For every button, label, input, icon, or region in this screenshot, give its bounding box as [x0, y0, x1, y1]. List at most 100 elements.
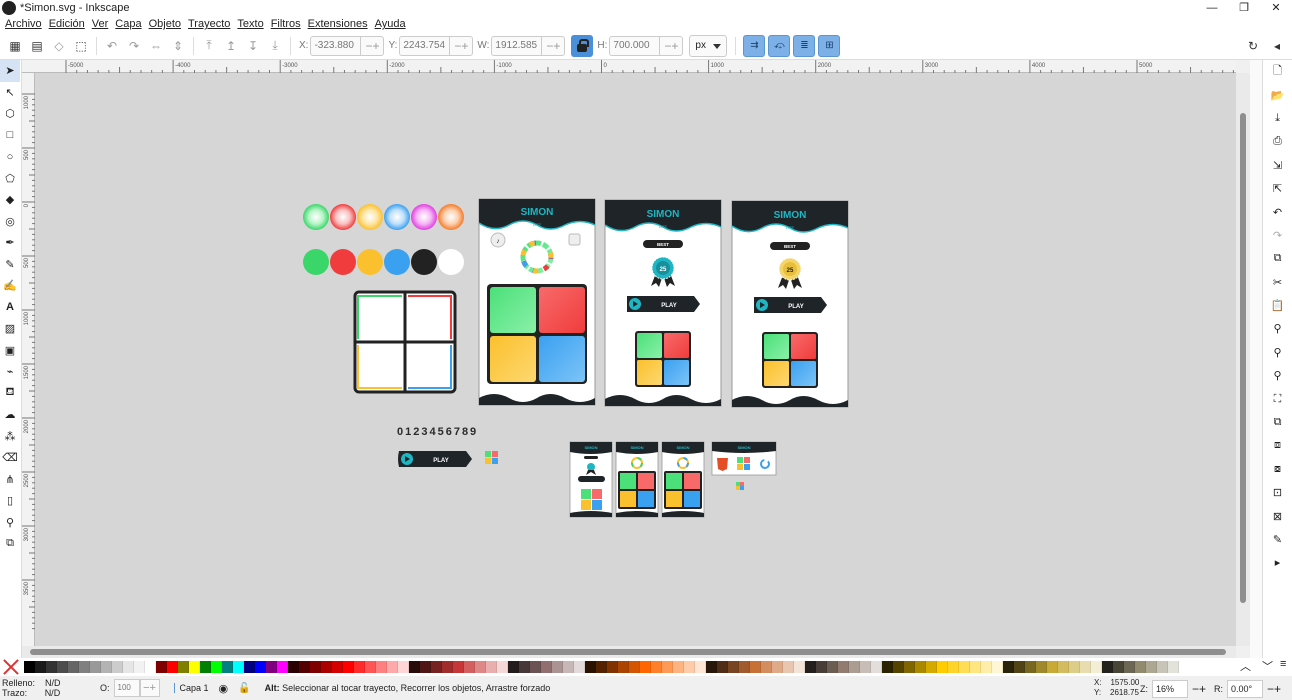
menu-capa[interactable]: Capa: [115, 18, 141, 30]
color-swatch[interactable]: [1080, 661, 1091, 673]
color-swatch[interactable]: [717, 661, 728, 673]
color-swatch[interactable]: [816, 661, 827, 673]
menu-objeto[interactable]: Objeto: [149, 18, 181, 30]
rotation-stepper[interactable]: −+: [1267, 682, 1281, 696]
color-swatch[interactable]: [1058, 661, 1069, 673]
spray-tool-icon[interactable]: ⁂: [0, 426, 20, 448]
vertical-scrollbar[interactable]: [1236, 73, 1250, 646]
color-swatch[interactable]: [1146, 661, 1157, 673]
color-swatch[interactable]: [673, 661, 684, 673]
color-swatch[interactable]: [233, 661, 244, 673]
color-swatch[interactable]: [134, 661, 145, 673]
color-swatch[interactable]: [849, 661, 860, 673]
mockup-home-screen[interactable]: SIMON LITE ♪: [478, 198, 596, 406]
dock-handle[interactable]: [1250, 60, 1262, 660]
color-swatch[interactable]: [596, 661, 607, 673]
color-swatch[interactable]: [420, 661, 431, 673]
undo-icon[interactable]: ↶: [1263, 200, 1292, 223]
color-swatch[interactable]: [519, 661, 530, 673]
color-swatch[interactable]: [805, 661, 816, 673]
open-icon[interactable]: 📂: [1263, 83, 1292, 106]
color-swatch[interactable]: [860, 661, 871, 673]
measure-tool-icon[interactable]: ▯: [0, 490, 20, 512]
color-swatch[interactable]: [24, 661, 35, 673]
color-swatch[interactable]: [244, 661, 255, 673]
color-swatch[interactable]: [1091, 661, 1102, 673]
color-swatch[interactable]: [541, 661, 552, 673]
palette-down-icon[interactable]: ﹀: [1262, 658, 1273, 674]
menu-trayecto[interactable]: Trayecto: [188, 18, 230, 30]
color-swatch[interactable]: [783, 661, 794, 673]
rotate-cw-icon[interactable]: ↷: [123, 35, 145, 57]
more-commands-icon[interactable]: ▸: [1263, 551, 1292, 574]
color-swatch[interactable]: [266, 661, 277, 673]
h-field[interactable]: 700.000: [609, 35, 660, 56]
unlock-icon[interactable]: 🔓: [238, 683, 250, 694]
raise-to-top-icon[interactable]: ⤒: [198, 35, 220, 57]
color-swatch[interactable]: [354, 661, 365, 673]
small-mockups[interactable]: SIMON SIMON SIMON SIMON: [569, 441, 777, 518]
close-button[interactable]: ✕: [1260, 0, 1292, 16]
color-swatch[interactable]: [948, 661, 959, 673]
menu-filtros[interactable]: Filtros: [271, 18, 301, 30]
color-swatch[interactable]: [1168, 661, 1179, 673]
color-swatch[interactable]: [574, 661, 585, 673]
new-document-icon[interactable]: 🗋: [1263, 60, 1292, 83]
menu-archivo[interactable]: Archivo: [5, 18, 42, 30]
color-swatch[interactable]: [970, 661, 981, 673]
color-swatch[interactable]: [288, 661, 299, 673]
unlink-clone-icon[interactable]: ⧇: [1263, 458, 1292, 481]
x-field[interactable]: -323.880: [310, 35, 361, 56]
color-swatch[interactable]: [794, 661, 805, 673]
menu-ver[interactable]: Ver: [92, 18, 109, 30]
ellipse-tool-icon[interactable]: ○: [0, 146, 20, 168]
rectangle-tool-icon[interactable]: □: [0, 125, 20, 147]
color-swatch[interactable]: [387, 661, 398, 673]
save-icon[interactable]: ⤓: [1263, 107, 1292, 130]
color-swatch[interactable]: [882, 661, 893, 673]
zoom-tool-icon[interactable]: ⚲: [0, 512, 20, 534]
zoom-field[interactable]: 16%: [1152, 680, 1188, 698]
color-swatch[interactable]: [552, 661, 563, 673]
mockup-best-screen-2[interactable]: SIMON LITE BEST 25 PLAY: [731, 200, 849, 408]
color-swatch[interactable]: [310, 661, 321, 673]
color-swatch[interactable]: [1025, 661, 1036, 673]
color-swatch[interactable]: [90, 661, 101, 673]
canvas[interactable]: SIMON LITE ♪ SIMON LITE BEST 25 PLAY SIM…: [35, 73, 1236, 646]
color-swatch[interactable]: [827, 661, 838, 673]
color-swatch[interactable]: [651, 661, 662, 673]
outline-board[interactable]: [353, 290, 457, 394]
color-swatch[interactable]: [156, 661, 167, 673]
color-swatch[interactable]: [772, 661, 783, 673]
color-swatch[interactable]: [585, 661, 596, 673]
color-swatch[interactable]: [893, 661, 904, 673]
color-swatch[interactable]: [222, 661, 233, 673]
color-swatch[interactable]: [101, 661, 112, 673]
mockup-best-screen-1[interactable]: SIMON LITE BEST 25 PLAY: [604, 199, 722, 407]
color-swatch[interactable]: [35, 661, 46, 673]
zoom-selection-icon[interactable]: ⚲: [1263, 317, 1292, 340]
color-swatch[interactable]: [409, 661, 420, 673]
stroke-value[interactable]: N/D: [45, 688, 61, 698]
color-swatch[interactable]: [1047, 661, 1058, 673]
lock-ratio-button[interactable]: [571, 34, 594, 57]
menu-extensiones[interactable]: Extensiones: [308, 18, 368, 30]
calligraphy-tool-icon[interactable]: ✍: [0, 275, 20, 297]
color-swatch[interactable]: [200, 661, 211, 673]
flat-circles[interactable]: [303, 249, 464, 275]
color-swatch[interactable]: [255, 661, 266, 673]
bezier-tool-icon[interactable]: ✒: [0, 232, 20, 254]
color-swatch[interactable]: [343, 661, 354, 673]
snap-menu-icon[interactable]: ◂: [1266, 35, 1288, 57]
color-swatch[interactable]: [1003, 661, 1014, 673]
y-field[interactable]: 2243.754: [399, 35, 450, 56]
paint-bucket-tool-icon[interactable]: ⛾: [0, 383, 20, 405]
snap-toggle-icon[interactable]: ↻: [1242, 35, 1264, 57]
color-swatch[interactable]: [761, 661, 772, 673]
scale-stroke-icon[interactable]: ⇉: [743, 34, 766, 57]
color-swatch[interactable]: [684, 661, 695, 673]
select-all-layers-icon[interactable]: ▤: [26, 35, 48, 57]
color-swatch[interactable]: [178, 661, 189, 673]
color-swatch[interactable]: [959, 661, 970, 673]
w-stepper[interactable]: −+: [541, 35, 566, 56]
